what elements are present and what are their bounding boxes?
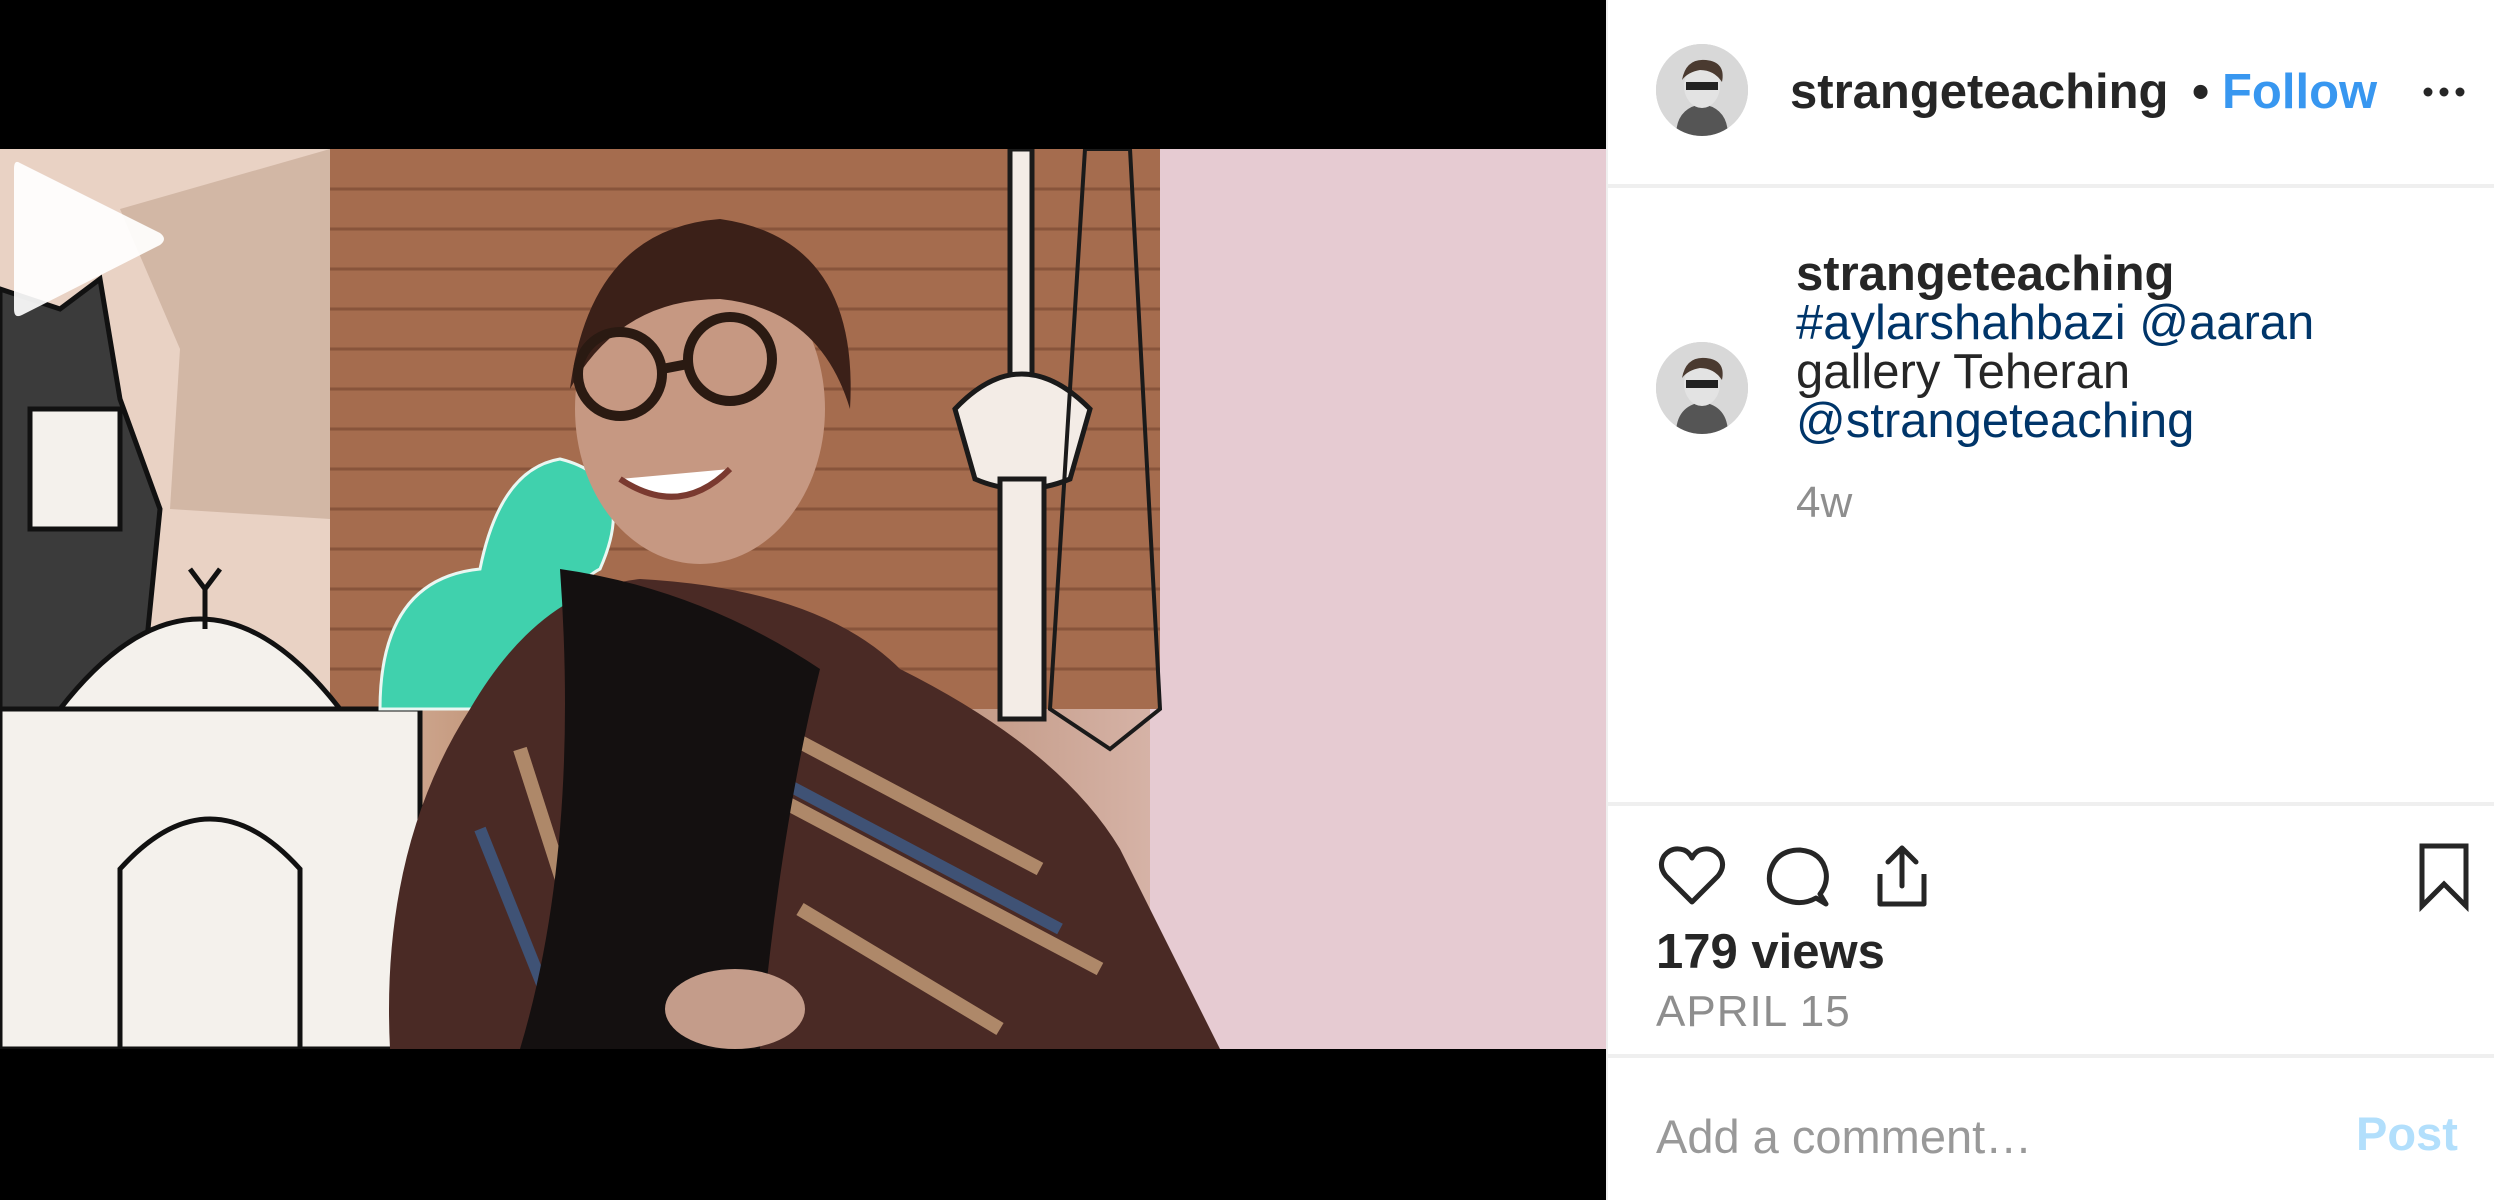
- hashtag-link[interactable]: #aylarshahbazi: [1796, 296, 2126, 350]
- mention-link[interactable]: @aaran: [2139, 296, 2314, 350]
- divider: [1608, 802, 2494, 806]
- share-icon[interactable]: [1866, 840, 1938, 912]
- video-player[interactable]: [0, 149, 1606, 1049]
- caption-avatar[interactable]: [1656, 342, 1748, 434]
- caption-text: gallery Teheran: [1796, 345, 2131, 399]
- video-thumbnail: [0, 149, 1606, 1049]
- more-options-icon[interactable]: [2416, 64, 2472, 120]
- separator-dot: •: [2192, 65, 2210, 119]
- media-viewer: [0, 0, 1606, 1200]
- profile-photo: [1656, 44, 1748, 136]
- caption-username[interactable]: strangeteaching: [1796, 250, 2436, 299]
- post-author-username[interactable]: strangeteaching: [1790, 64, 2188, 120]
- post-sidebar: strangeteaching • Follow strangeteaching…: [1606, 0, 2494, 1200]
- comment-icon[interactable]: [1762, 840, 1834, 912]
- post-comment-button[interactable]: Post: [2356, 1104, 2458, 1164]
- profile-photo: [1656, 342, 1748, 434]
- divider: [1608, 184, 2494, 188]
- follow-button[interactable]: Follow: [2222, 64, 2377, 120]
- post-caption: strangeteaching #aylarshahbazi @aaran ga…: [1796, 250, 2436, 446]
- divider: [1608, 1054, 2494, 1058]
- heart-icon[interactable]: [1656, 840, 1728, 912]
- post-date: APRIL 15: [1656, 987, 1851, 1036]
- caption-timestamp: 4w: [1796, 478, 1853, 527]
- play-icon[interactable]: [0, 149, 170, 329]
- view-count[interactable]: 179 views: [1656, 924, 1885, 980]
- avatar[interactable]: [1656, 44, 1748, 136]
- bookmark-icon[interactable]: [2408, 840, 2480, 912]
- mention-link[interactable]: @strangeteaching: [1796, 397, 2436, 446]
- comment-input[interactable]: [1656, 1100, 2316, 1172]
